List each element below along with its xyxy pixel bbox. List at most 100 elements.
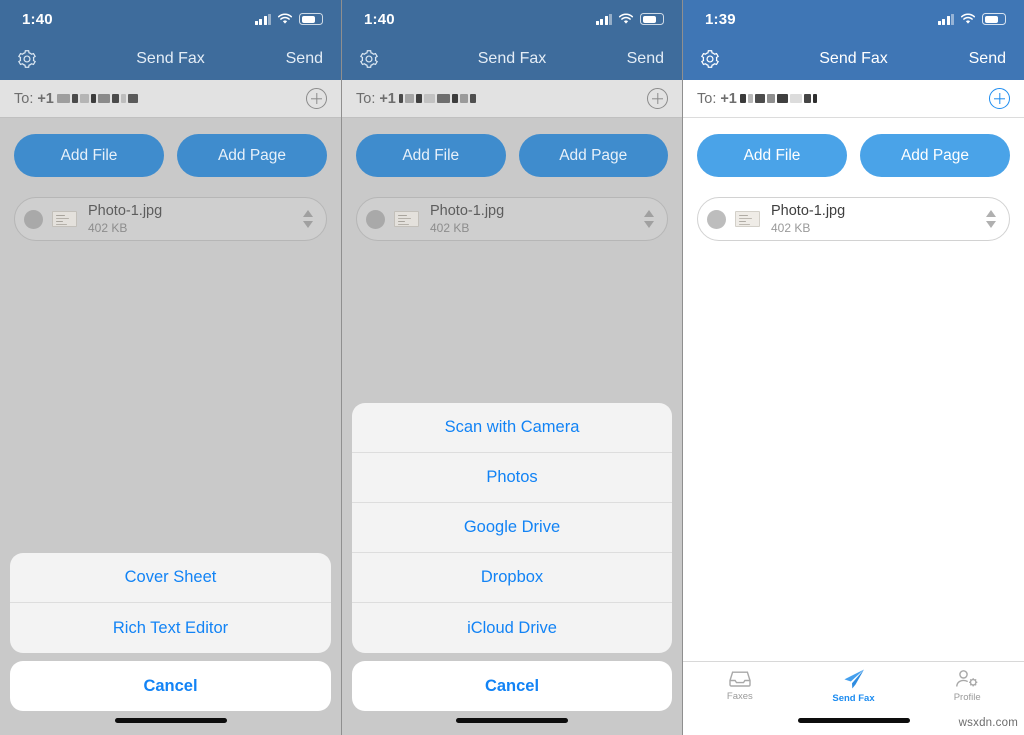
plus-circle-icon[interactable] bbox=[989, 88, 1010, 109]
file-size: 402 KB bbox=[88, 220, 128, 235]
file-list-item[interactable]: Photo-1.jpg 402 KB bbox=[697, 197, 1010, 241]
file-name: Photo-1.jpg bbox=[430, 202, 505, 219]
action-button-row: Add File Add Page bbox=[356, 134, 668, 177]
status-bar: 1:40 bbox=[342, 0, 682, 38]
add-page-button[interactable]: Add Page bbox=[177, 134, 327, 177]
plus-circle-icon[interactable] bbox=[647, 88, 668, 109]
sheet-item-dropbox[interactable]: Dropbox bbox=[352, 553, 672, 603]
battery-icon bbox=[640, 13, 664, 25]
sort-updown-icon[interactable] bbox=[985, 208, 997, 230]
sheet-item-scan-with-camera[interactable]: Scan with Camera bbox=[352, 403, 672, 453]
action-button-row: Add File Add Page bbox=[697, 134, 1010, 177]
inbox-tray-icon bbox=[729, 671, 751, 687]
file-meta: Photo-1.jpg 402 KB bbox=[430, 203, 504, 235]
status-bar: 1:40 bbox=[0, 0, 341, 38]
screenshot-stage: 1:40 Send Fax Send To: +1 Add File Add P… bbox=[0, 0, 1024, 735]
sheet-item-google-drive[interactable]: Google Drive bbox=[352, 503, 672, 553]
to-country-code: +1 bbox=[379, 90, 396, 107]
to-field[interactable]: To: +1 bbox=[342, 80, 682, 118]
nav-bar: Send Fax Send bbox=[342, 38, 682, 80]
to-country-code: +1 bbox=[720, 90, 737, 107]
status-bar: 1:39 bbox=[683, 0, 1024, 38]
add-page-button[interactable]: Add Page bbox=[518, 134, 668, 177]
compose-body: Add File Add Page Photo-1.jpg 402 KB bbox=[683, 118, 1024, 241]
cancel-button[interactable]: Cancel bbox=[352, 661, 672, 711]
add-file-button[interactable]: Add File bbox=[356, 134, 506, 177]
tab-label: Send Fax bbox=[832, 692, 875, 704]
nav-bar: Send Fax Send bbox=[0, 38, 341, 80]
cellular-bars-icon bbox=[937, 13, 954, 25]
file-size: 402 KB bbox=[430, 220, 470, 235]
sort-updown-icon[interactable] bbox=[302, 208, 314, 230]
to-field[interactable]: To: +1 bbox=[0, 80, 341, 118]
sort-updown-icon[interactable] bbox=[643, 208, 655, 230]
action-sheet: Cover Sheet Rich Text Editor Cancel bbox=[10, 553, 331, 711]
tab-send-fax[interactable]: Send Fax bbox=[797, 668, 911, 704]
document-thumbnail bbox=[735, 211, 760, 227]
sheet-item-icloud-drive[interactable]: iCloud Drive bbox=[352, 603, 672, 653]
close-circle-icon[interactable] bbox=[366, 209, 385, 229]
action-sheet-options: Cover Sheet Rich Text Editor bbox=[10, 553, 331, 653]
to-country-code: +1 bbox=[37, 90, 54, 107]
battery-icon bbox=[299, 13, 323, 25]
cellular-bars-icon bbox=[595, 13, 612, 25]
document-thumbnail bbox=[52, 211, 77, 227]
file-meta: Photo-1.jpg 402 KB bbox=[88, 203, 162, 235]
tab-faxes[interactable]: Faxes bbox=[683, 669, 797, 702]
home-indicator bbox=[114, 718, 227, 723]
file-name: Photo-1.jpg bbox=[771, 202, 846, 219]
to-label: To: bbox=[14, 90, 34, 107]
wifi-icon bbox=[618, 13, 634, 24]
paper-plane-icon bbox=[843, 669, 864, 688]
close-circle-icon[interactable] bbox=[707, 209, 726, 229]
add-file-button[interactable]: Add File bbox=[14, 134, 164, 177]
document-thumbnail bbox=[394, 211, 419, 227]
to-field[interactable]: To: +1 bbox=[683, 80, 1024, 118]
status-icons bbox=[595, 13, 664, 25]
sheet-item-rich-text-editor[interactable]: Rich Text Editor bbox=[10, 603, 331, 653]
file-size: 402 KB bbox=[771, 220, 811, 235]
status-icons bbox=[254, 13, 323, 25]
nav-bar: Send Fax Send bbox=[683, 38, 1024, 80]
to-label: To: bbox=[697, 90, 717, 107]
panel-send-fax: 1:39 Send Fax Send To: +1 Add File Add P… bbox=[683, 0, 1024, 735]
home-indicator bbox=[456, 718, 568, 723]
wifi-icon bbox=[277, 13, 293, 24]
to-label: To: bbox=[356, 90, 376, 107]
compose-body: Add File Add Page Photo-1.jpg 402 KB bbox=[0, 118, 341, 241]
tab-bar: Faxes Send Fax Profile bbox=[683, 661, 1024, 709]
cancel-button[interactable]: Cancel bbox=[10, 661, 331, 711]
gear-icon[interactable] bbox=[16, 48, 38, 70]
tab-profile[interactable]: Profile bbox=[910, 669, 1024, 703]
plus-circle-icon[interactable] bbox=[306, 88, 327, 109]
close-circle-icon[interactable] bbox=[24, 209, 43, 229]
home-indicator bbox=[797, 718, 910, 723]
sheet-item-photos[interactable]: Photos bbox=[352, 453, 672, 503]
cellular-bars-icon bbox=[254, 13, 271, 25]
send-button[interactable]: Send bbox=[286, 50, 323, 68]
panel-cover-sheet-sheet: 1:40 Send Fax Send To: +1 Add File Add P… bbox=[0, 0, 341, 735]
panel-add-file-sheet: 1:40 Send Fax Send To: +1 Add File Add P… bbox=[341, 0, 683, 735]
watermark: wsxdn.com bbox=[958, 717, 1018, 729]
sheet-item-cover-sheet[interactable]: Cover Sheet bbox=[10, 553, 331, 603]
action-sheet-options: Scan with Camera Photos Google Drive Dro… bbox=[352, 403, 672, 653]
person-gear-icon bbox=[955, 669, 977, 687]
file-list-item[interactable]: Photo-1.jpg 402 KB bbox=[14, 197, 327, 241]
file-meta: Photo-1.jpg 402 KB bbox=[771, 203, 845, 235]
status-icons bbox=[937, 13, 1006, 25]
battery-icon bbox=[982, 13, 1006, 25]
status-clock: 1:40 bbox=[364, 10, 395, 28]
to-number-redacted bbox=[739, 94, 817, 103]
wifi-icon bbox=[960, 13, 976, 24]
send-button[interactable]: Send bbox=[969, 50, 1006, 68]
tab-label: Profile bbox=[953, 691, 981, 703]
send-button[interactable]: Send bbox=[627, 50, 664, 68]
to-number-redacted bbox=[398, 94, 476, 103]
add-file-button[interactable]: Add File bbox=[697, 134, 847, 177]
gear-icon[interactable] bbox=[358, 48, 380, 70]
file-name: Photo-1.jpg bbox=[88, 202, 163, 219]
file-list-item[interactable]: Photo-1.jpg 402 KB bbox=[356, 197, 668, 241]
to-number-redacted bbox=[56, 94, 138, 103]
add-page-button[interactable]: Add Page bbox=[860, 134, 1010, 177]
gear-icon[interactable] bbox=[699, 48, 721, 70]
